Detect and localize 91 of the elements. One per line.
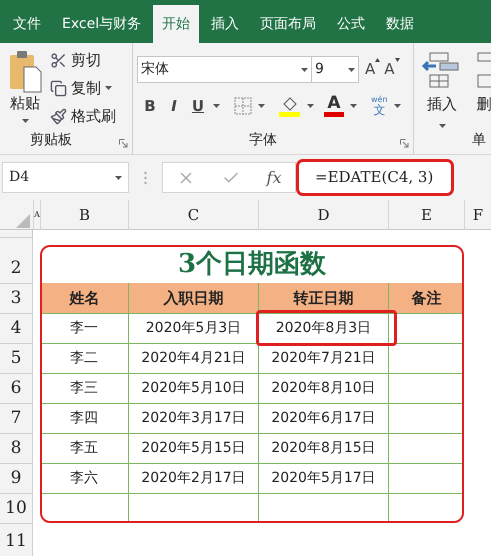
table-cell: 2020年8月3日 [258, 313, 388, 343]
font-size-dropdown[interactable]: 9 [312, 56, 359, 83]
column-header[interactable]: A [33, 200, 40, 230]
name-box[interactable]: D4 [2, 162, 129, 193]
paste-button[interactable]: 粘贴 [10, 96, 40, 111]
table-header: 入职日期 [128, 283, 258, 313]
table-cell: 李二 [40, 343, 128, 373]
caret-icon [115, 176, 122, 180]
dialog-launcher-icon[interactable] [119, 139, 128, 148]
table-cell: 2020年2月17日 [128, 463, 258, 493]
caret-icon [213, 104, 220, 108]
font-name: 宋体 [141, 60, 169, 79]
table-header: 姓名 [40, 283, 128, 313]
format-button[interactable]: B [141, 95, 159, 118]
copy-icon [50, 80, 67, 96]
ribbon-tab[interactable]: 插入 [202, 5, 248, 43]
row-header[interactable]: 6 [0, 373, 33, 403]
clipboard-button[interactable]: 复制 [71, 76, 101, 100]
table-cell: 2020年5月3日 [128, 313, 258, 343]
caret-icon [394, 104, 401, 108]
insert-button[interactable]: 插入 [427, 93, 457, 116]
caret-icon [307, 104, 314, 108]
table-cell: 李三 [40, 373, 128, 403]
column-header[interactable]: B [40, 200, 128, 230]
ribbon-tab[interactable]: 页面布局 [251, 5, 326, 43]
caret-icon [350, 104, 357, 108]
clipboard-icon[interactable] [8, 49, 42, 93]
table-header: 转正日期 [258, 283, 388, 313]
table-cell: 李六 [40, 463, 128, 493]
clipboard-button[interactable]: 剪切 [71, 48, 101, 72]
function-button[interactable]: fx [266, 166, 282, 190]
table-cell: 2020年5月15日 [128, 433, 258, 463]
font-color-button[interactable]: A [324, 95, 344, 118]
grow-font-button[interactable]: A [365, 58, 380, 81]
delete-button[interactable]: 删 [476, 93, 491, 116]
column-header[interactable]: F [464, 200, 491, 230]
table-cell: 2020年8月15日 [258, 433, 388, 463]
table-cell: 2020年4月21日 [128, 343, 258, 373]
row-header[interactable]: 3 [0, 283, 33, 313]
column-header[interactable]: D [258, 200, 388, 230]
table-cell: 李一 [40, 313, 128, 343]
table-cell: 2020年8月10日 [258, 373, 388, 403]
caret-icon [301, 68, 308, 72]
group-label: 单 [472, 131, 486, 150]
row-header[interactable]: 11 [0, 523, 33, 556]
clipboard-button[interactable]: 格式刷 [71, 104, 116, 128]
font-size: 9 [315, 60, 324, 79]
shrink-font-button[interactable]: A [384, 58, 400, 81]
table-cell: 2020年3月17日 [128, 403, 258, 433]
row-header[interactable]: 8 [0, 433, 33, 463]
fill-color-icon[interactable] [279, 95, 301, 118]
formula-field[interactable]: =EDATE(C4, 3) [299, 162, 451, 193]
borders-icon[interactable] [234, 97, 252, 116]
brush-icon [50, 108, 67, 124]
table-cell: 2020年5月17日 [258, 463, 388, 493]
table-cell: 2020年6月17日 [258, 403, 388, 433]
caret-icon [258, 104, 265, 108]
format-button[interactable]: I [165, 95, 183, 118]
group-label: 剪贴板 [30, 131, 72, 150]
caret-icon [348, 68, 355, 72]
table-cell: 2020年5月10日 [128, 373, 258, 403]
row-header[interactable]: 7 [0, 403, 33, 433]
format-button[interactable]: U [189, 95, 207, 118]
grip-icon [144, 170, 147, 184]
row-header[interactable]: 9 [0, 463, 33, 493]
table-cell: 2020年7月21日 [258, 343, 388, 373]
up-caret-icon [375, 58, 380, 62]
ribbon-tab[interactable]: 文件 [4, 5, 50, 43]
ribbon-tab[interactable]: 开始 [153, 5, 200, 43]
table-header: 备注 [388, 283, 464, 313]
caret-icon [438, 124, 446, 128]
caret-icon [105, 86, 112, 90]
table-cell: 李五 [40, 433, 128, 463]
phonetic-button[interactable]: wén 文 [371, 96, 388, 116]
sheet-title: 3个日期函数 [176, 248, 328, 280]
column-header[interactable]: E [388, 200, 464, 230]
ribbon-tab[interactable]: 公式 [328, 5, 374, 43]
row-header[interactable]: 2 [0, 237, 33, 283]
scissors-icon [50, 52, 67, 68]
ribbon-tab[interactable]: Excel与财务 [53, 5, 150, 43]
row-header[interactable]: 4 [0, 313, 33, 343]
row-header[interactable]: 5 [0, 343, 33, 373]
down-caret-icon [394, 58, 400, 62]
caret-icon [22, 119, 28, 123]
row-header[interactable]: 10 [0, 493, 33, 523]
ribbon-tab[interactable]: 数据 [377, 5, 424, 43]
table-cell: 李四 [40, 403, 128, 433]
column-header[interactable]: C [128, 200, 258, 230]
font-name-dropdown[interactable]: 宋体 [137, 56, 312, 83]
group-label: 字体 [249, 131, 277, 150]
dialog-launcher-icon[interactable] [400, 139, 409, 148]
